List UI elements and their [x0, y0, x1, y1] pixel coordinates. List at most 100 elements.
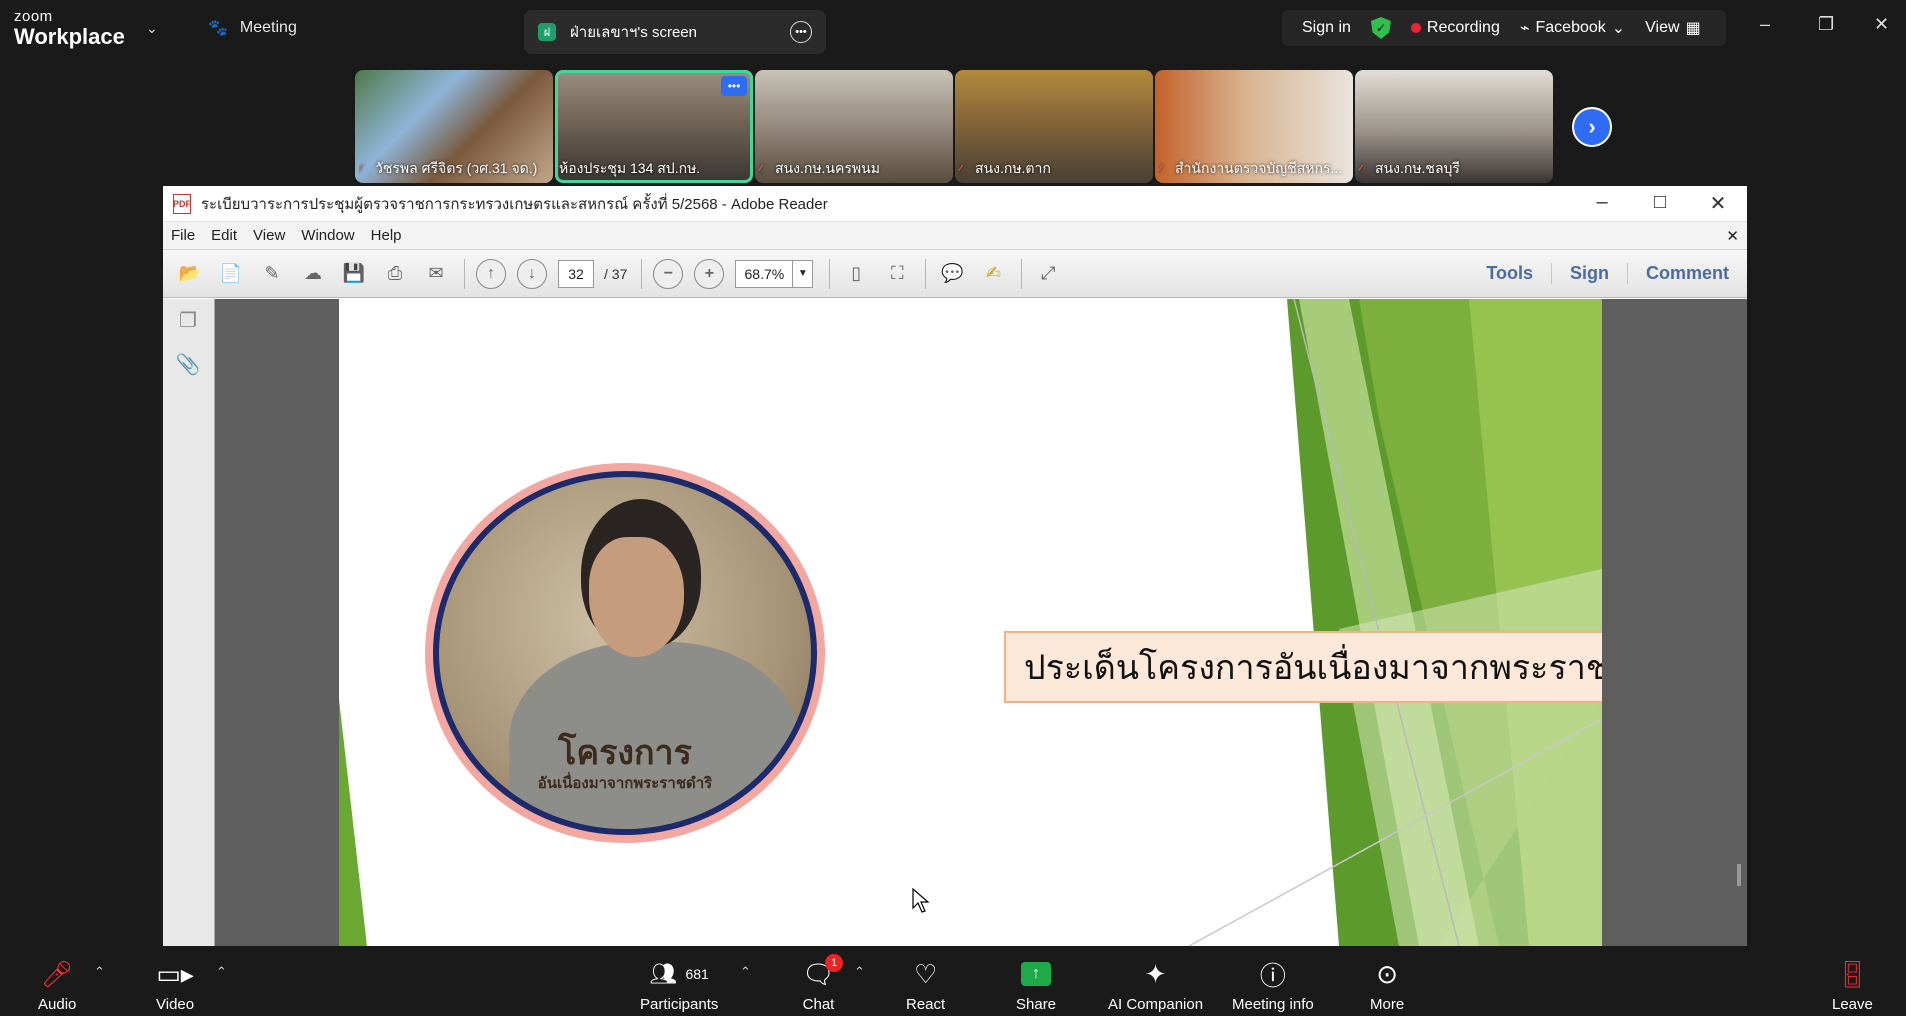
reader-titlebar: PDF ระเบียบวาระการประชุมผู้ตรวจราชการกระ… [163, 186, 1747, 222]
toolbar-divider [641, 258, 643, 289]
minimize-icon[interactable]: – [1760, 14, 1770, 35]
toolbar-divider [1021, 258, 1023, 289]
shared-screen-tab[interactable]: ฝ ฝ่ายเลขาฯ's screen ••• [524, 10, 826, 54]
topbar-right-controls: Sign in ✓ Recording ⌁ Facebook ⌄ View ▦ [1282, 10, 1726, 46]
tools-button[interactable]: Tools [1468, 263, 1551, 284]
menu-view[interactable]: View [253, 227, 285, 244]
chevron-down-icon[interactable]: ⌄ [146, 20, 158, 37]
mic-muted-icon: ∕ [359, 162, 362, 176]
facebook-livestream[interactable]: ⌁ Facebook ⌄ [1520, 18, 1625, 38]
menu-file[interactable]: File [171, 227, 195, 244]
mic-muted-icon: ∕ [759, 162, 762, 176]
audio-options-caret-icon[interactable]: ⌃ [94, 964, 105, 980]
vertical-scrollbar[interactable] [1737, 864, 1741, 886]
participant-name: สนง.กษ.ตาก [975, 160, 1051, 176]
participant-caption: ∕ สนง.กษ.ตาก [959, 158, 1149, 180]
zoom-select[interactable]: 68.7% ▼ [735, 259, 814, 288]
reader-right-panel-tabs: Tools Sign Comment [1468, 250, 1747, 297]
page-total: / 37 [604, 265, 628, 282]
participant-thumbnail[interactable]: ∕ สนง.กษ.นครพนม [755, 70, 953, 183]
more-button[interactable]: ⊙ More [1370, 958, 1405, 1014]
maximize-icon[interactable]: □ [1631, 191, 1689, 216]
menu-window[interactable]: Window [301, 227, 354, 244]
page-number-input[interactable]: 32 [558, 259, 594, 288]
view-button[interactable]: View ▦ [1645, 18, 1701, 38]
slide-title: ประเด็นโครงการอันเนื่องมาจากพระราชดำริ [1004, 631, 1602, 703]
participant-name: วัชรพล ศรีจิตร (วศ.31 จด.) [375, 160, 538, 176]
participant-thumbnail[interactable]: ∕ สนง.กษ.ชลบุรี [1355, 70, 1553, 183]
meeting-tab[interactable]: 🐾 Meeting [208, 18, 297, 38]
leave-door-icon: 🚪︎ [1835, 958, 1869, 989]
share-button[interactable]: ↑ Share [1016, 958, 1056, 1013]
close-document-icon[interactable]: ✕ [1726, 227, 1739, 245]
sign-button[interactable]: Sign [1550, 263, 1627, 284]
ai-companion-label: AI Companion [1108, 996, 1204, 1013]
edit-icon[interactable]: ✎ [257, 259, 287, 289]
zoom-out-icon[interactable]: − [653, 258, 684, 289]
pdf-page: โครงการ อันเนื่องมาจากพระราชดำริ ประเด็น… [339, 299, 1602, 946]
video-options-caret-icon[interactable]: ⌃ [216, 964, 227, 980]
grid-view-icon: ▦ [1685, 20, 1701, 37]
reader-toolbar: 📂 📄 ✎ ☁ 💾 ⎙ ✉ ↑ ↓ 32 / 37 − + 68.7% ▼ ▯ ⛶… [163, 250, 1747, 298]
video-label: Video [156, 996, 195, 1013]
next-page-icon[interactable]: ↓ [517, 258, 547, 289]
toolbar-divider [829, 258, 831, 289]
react-button[interactable]: ♡ React [906, 958, 946, 1014]
chat-options-caret-icon[interactable]: ⌃ [854, 964, 865, 980]
participants-count: 681 [685, 966, 709, 982]
fit-width-icon[interactable]: ⛶ [882, 259, 912, 289]
more-label: More [1370, 996, 1405, 1013]
next-page-arrow-icon[interactable]: › [1572, 107, 1612, 147]
participants-icon: 👥︎ 681 [649, 961, 709, 986]
fit-page-icon[interactable]: ▯ [841, 259, 871, 289]
save-icon[interactable]: 💾 [339, 259, 369, 289]
chat-button[interactable]: 🗨︎ 1 Chat [802, 954, 844, 1013]
create-pdf-icon[interactable]: 📄 [216, 259, 246, 289]
close-icon[interactable]: ✕ [1689, 191, 1747, 216]
highlight-icon[interactable]: ✍ [978, 259, 1008, 289]
page-thumbnails-icon[interactable]: ❐ [176, 307, 200, 333]
cloud-upload-icon[interactable]: ☁ [298, 259, 328, 289]
more-options-icon[interactable]: ••• [790, 21, 812, 43]
more-icon[interactable]: ••• [721, 76, 747, 96]
menu-edit[interactable]: Edit [211, 227, 237, 244]
participant-name: ห้องประชุม 134 สป.กษ. [559, 160, 701, 176]
comment-button[interactable]: Comment [1626, 263, 1747, 284]
video-camera-icon: ▭▸ [156, 958, 194, 989]
email-icon[interactable]: ✉ [421, 259, 451, 289]
participant-thumbnail[interactable]: ∕ สนง.กษ.ตาก [955, 70, 1153, 183]
sign-in-button[interactable]: Sign in [1302, 19, 1351, 37]
reader-title: ระเบียบวาระการประชุมผู้ตรวจราชการกระทรวง… [201, 195, 828, 213]
mouse-cursor-icon [912, 888, 930, 913]
menu-help[interactable]: Help [371, 227, 402, 244]
close-icon[interactable]: ✕ [1874, 14, 1889, 35]
ai-companion-button[interactable]: ✦ AI Companion [1108, 958, 1204, 1014]
encryption-shield-icon[interactable]: ✓ [1370, 17, 1391, 39]
participant-thumbnail-active[interactable]: ••• ห้องประชุม 134 สป.กษ. [555, 70, 753, 183]
restore-icon[interactable]: ❐ [1818, 14, 1834, 35]
open-icon[interactable]: 📂 [175, 259, 205, 289]
participants-button[interactable]: 👥︎ 681 Participants [640, 958, 718, 1013]
participant-caption: ∕ วัชรพล ศรีจิตร (วศ.31 จด.) [359, 158, 549, 180]
print-icon[interactable]: ⎙ [380, 259, 410, 289]
previous-page-icon[interactable]: ↑ [476, 258, 506, 289]
participant-thumbnail[interactable]: ∕ สำนักงานตรวจบัญชีสหกร... [1155, 70, 1353, 183]
recording-indicator[interactable]: Recording [1410, 19, 1500, 37]
participant-thumbnail[interactable]: ∕ วัชรพล ศรีจิตร (วศ.31 จด.) [355, 70, 553, 183]
document-viewport: ❐ 📎 โครงการ อันเนื่องมาจากพระราชดำริ ประ… [163, 299, 1747, 946]
participants-options-caret-icon[interactable]: ⌃ [740, 964, 751, 980]
leave-button[interactable]: 🚪︎ Leave [1832, 958, 1873, 1014]
minimize-icon[interactable]: – [1573, 191, 1631, 216]
chat-icon: 🗨︎ 1 [802, 954, 844, 990]
participants-label: Participants [640, 996, 719, 1013]
fullscreen-icon[interactable]: ⤢ [1033, 259, 1063, 289]
zoom-meeting-controls: 🎤︎ Audio ⌃ ▭▸ Video ⌃ 👥︎ 681 Participant… [0, 946, 1906, 1016]
react-label: React [906, 996, 946, 1013]
zoom-in-icon[interactable]: + [694, 258, 725, 289]
meeting-info-button[interactable]: ⓘ Meeting info [1232, 958, 1314, 1014]
video-button[interactable]: ▭▸ Video [156, 958, 195, 1014]
audio-button[interactable]: 🎤︎ Audio [38, 958, 76, 1014]
comment-bubble-icon[interactable]: 💬 [937, 259, 967, 289]
participant-name: สนง.กษ.ชลบุรี [1375, 160, 1460, 176]
attachments-icon[interactable]: 📎 [176, 351, 201, 377]
